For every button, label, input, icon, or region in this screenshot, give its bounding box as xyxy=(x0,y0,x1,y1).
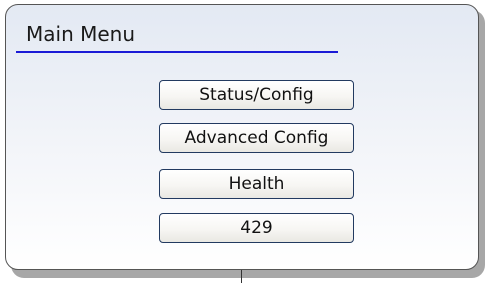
status-config-button[interactable]: Status/Config xyxy=(159,80,354,110)
connector-line xyxy=(241,270,242,283)
page-title: Main Menu xyxy=(26,22,136,46)
main-menu-panel: Main Menu Status/Config Advanced Config … xyxy=(5,4,479,270)
advanced-config-button[interactable]: Advanced Config xyxy=(159,123,354,153)
main-menu-screen: Main Menu Status/Config Advanced Config … xyxy=(0,0,492,283)
title-underline xyxy=(16,51,338,53)
item-429-button[interactable]: 429 xyxy=(159,213,354,243)
health-button[interactable]: Health xyxy=(159,169,354,199)
